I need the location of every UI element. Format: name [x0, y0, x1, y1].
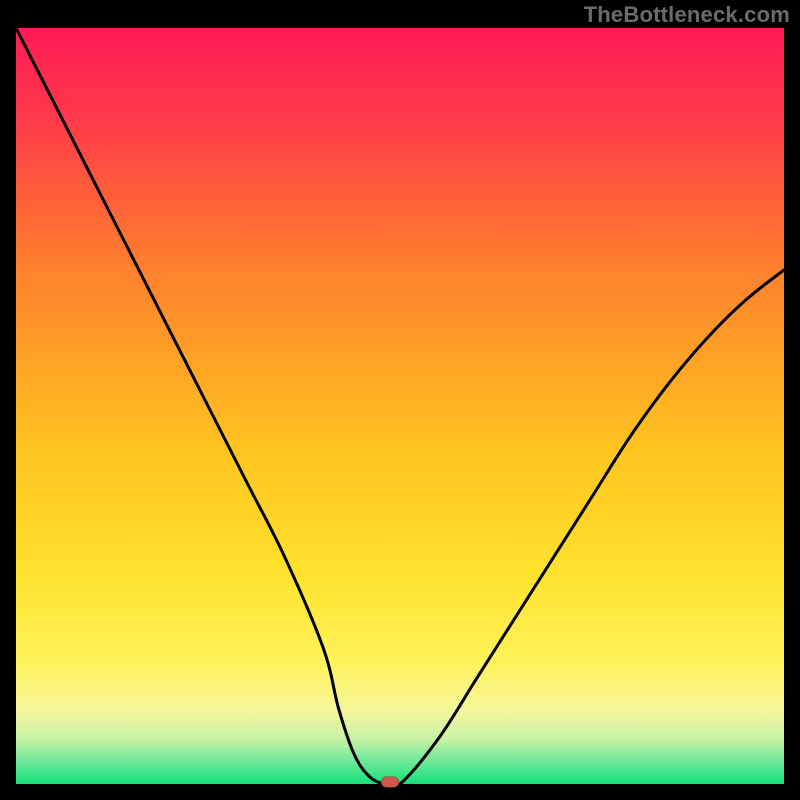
chart-frame: TheBottleneck.com — [0, 0, 800, 800]
gradient-fill — [16, 28, 784, 784]
optimum-marker — [381, 777, 399, 788]
gradient-plot — [16, 28, 784, 784]
watermark-text: TheBottleneck.com — [584, 2, 790, 28]
plot-area — [16, 28, 784, 784]
